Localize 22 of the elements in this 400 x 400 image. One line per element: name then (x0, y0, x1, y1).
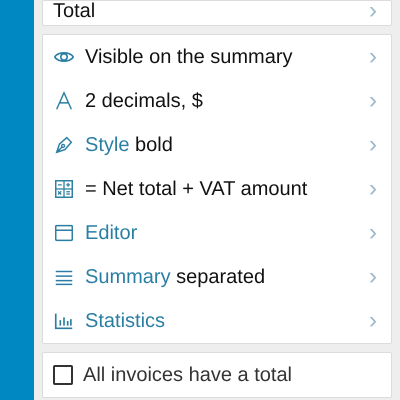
chevron-icon[interactable]: › (369, 265, 377, 289)
chevron-icon[interactable]: › (369, 89, 377, 113)
option-label: All invoices have a total (83, 364, 292, 386)
letter-icon (53, 90, 75, 112)
chevron-icon[interactable]: › (369, 309, 377, 333)
pen-icon (53, 134, 75, 156)
chevron-icon[interactable]: › (369, 177, 377, 201)
setting-label: Statistics (85, 310, 166, 332)
setting-label: 2 decimals, $ (85, 90, 204, 112)
setting-label: Style bold (85, 134, 174, 156)
setting-label: Summary separated (85, 266, 266, 288)
chevron-icon[interactable]: › (369, 0, 377, 23)
chevron-icon[interactable]: › (369, 221, 377, 245)
setting-label: Visible on the summary (85, 46, 294, 68)
chevron-icon[interactable]: › (369, 133, 377, 157)
setting-label: Total (53, 0, 96, 23)
setting-label: = Net total + VAT amount (85, 178, 308, 200)
setting-label: Editor (85, 222, 138, 244)
checkbox[interactable] (53, 365, 73, 385)
window-icon (53, 222, 75, 244)
calculator-icon (53, 178, 75, 200)
chevron-icon[interactable]: › (369, 45, 377, 69)
